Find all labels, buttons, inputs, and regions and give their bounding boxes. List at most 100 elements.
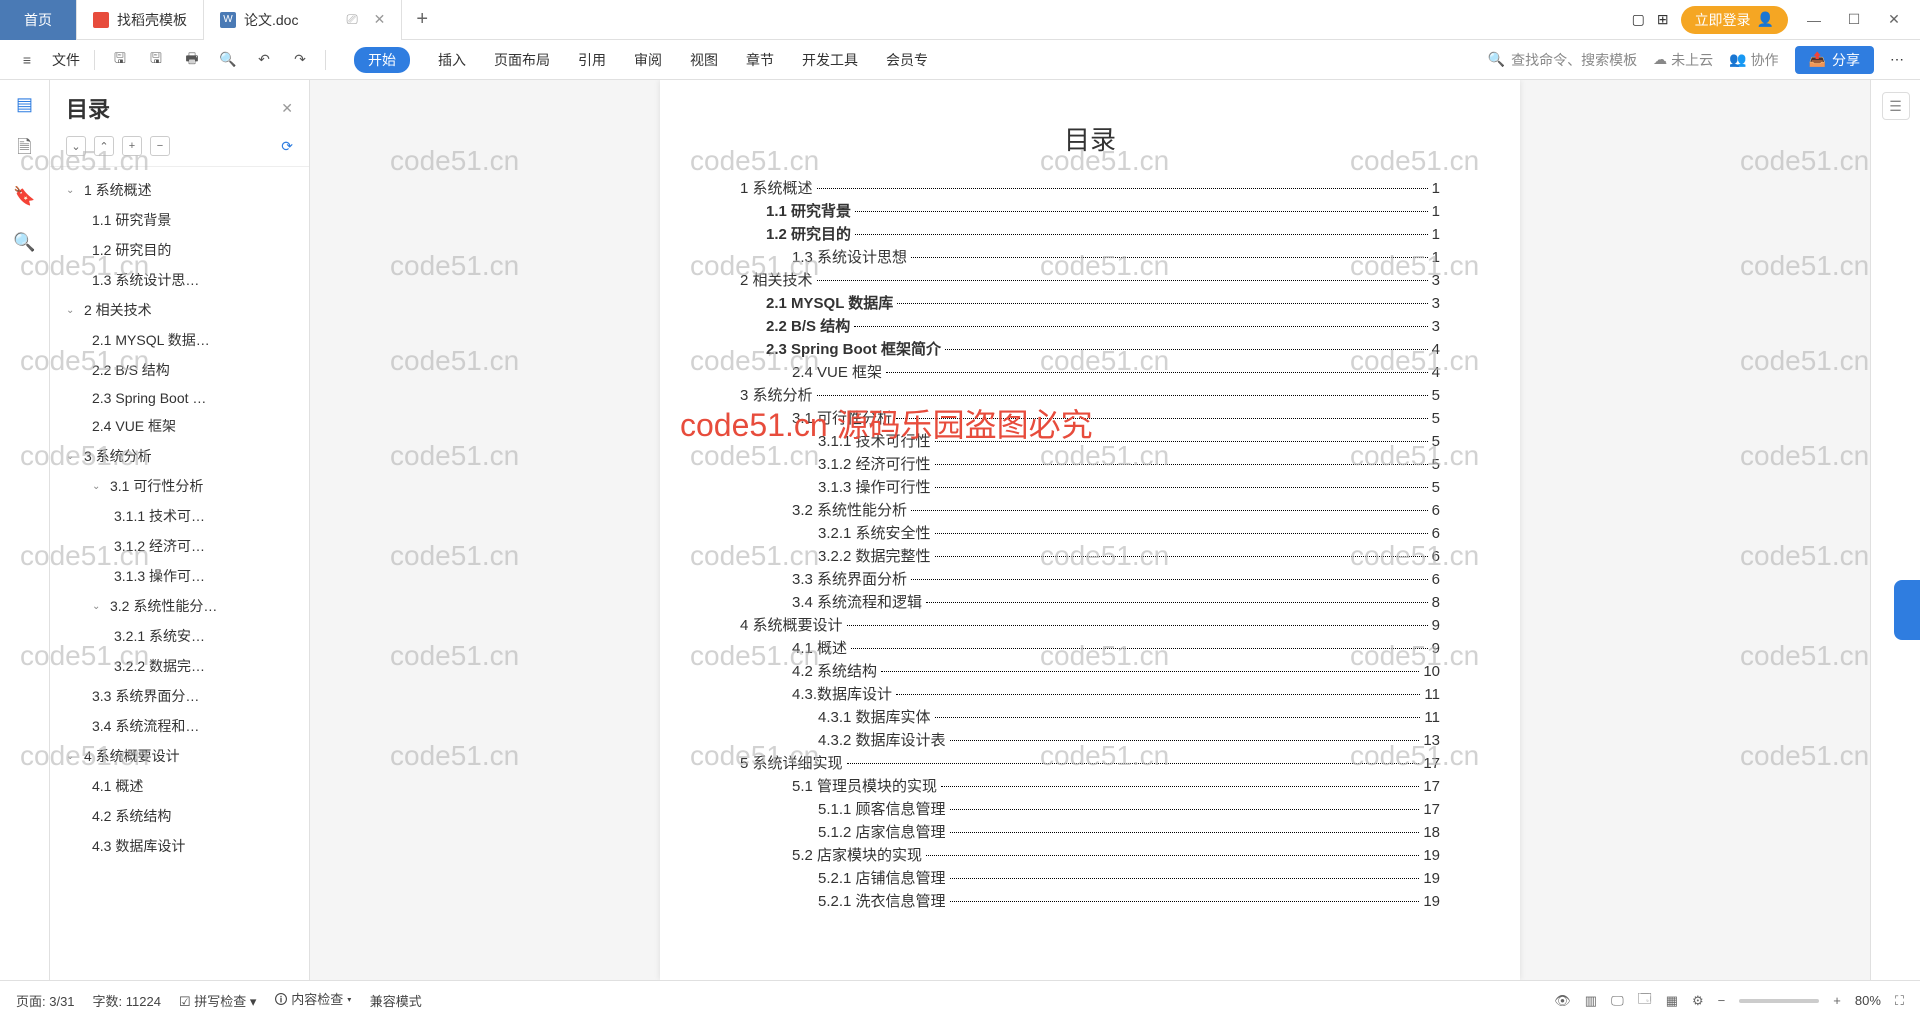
nav-tool-1[interactable]: ⌃ <box>94 136 114 156</box>
window-maximize[interactable]: ☐ <box>1840 11 1868 28</box>
ribbon-tab-0[interactable]: 开始 <box>354 47 410 73</box>
tree-item[interactable]: 3.1.3 操作可… <box>50 561 309 591</box>
ribbon-tab-8[interactable]: 会员专 <box>886 50 928 70</box>
view-mode-icon[interactable]: 🖵 <box>1611 993 1624 1009</box>
ribbon-tab-7[interactable]: 开发工具 <box>802 50 858 70</box>
toc-row[interactable]: 3.1.3 操作可行性5 <box>740 476 1440 497</box>
page-indicator[interactable]: 页面: 3/31 <box>16 991 75 1010</box>
toc-row[interactable]: 2.1 MYSQL 数据库3 <box>740 292 1440 313</box>
outline-icon[interactable]: ▤ <box>13 92 37 116</box>
zoom-slider[interactable] <box>1739 999 1819 1003</box>
tree-item[interactable]: 3.3 系统界面分… <box>50 681 309 711</box>
toc-row[interactable]: 5.1.2 店家信息管理18 <box>740 821 1440 842</box>
zoom-out-button[interactable]: − <box>1718 993 1726 1008</box>
tree-item[interactable]: ⌄3.1 可行性分析 <box>50 471 309 501</box>
toc-row[interactable]: 4.2 系统结构10 <box>740 660 1440 681</box>
tree-item[interactable]: 3.1.2 经济可… <box>50 531 309 561</box>
tree-item[interactable]: ⌄1 系统概述 <box>50 175 309 205</box>
tree-item[interactable]: 2.1 MYSQL 数据… <box>50 325 309 355</box>
toc-row[interactable]: 3.2.2 数据完整性6 <box>740 545 1440 566</box>
preview-icon[interactable]: 🔍 <box>217 49 239 71</box>
tree-item[interactable]: ⌄4 系统概要设计 <box>50 741 309 771</box>
toc-row[interactable]: 5.1.1 顾客信息管理17 <box>740 798 1440 819</box>
tree-item[interactable]: ⌄2 相关技术 <box>50 295 309 325</box>
tab-close-button[interactable]: ✕ <box>374 11 386 28</box>
ribbon-tab-4[interactable]: 审阅 <box>634 50 662 70</box>
toc-row[interactable]: 1.2 研究目的1 <box>740 223 1440 244</box>
read-mode-icon[interactable]: 👁 <box>1554 993 1571 1009</box>
window-minimize[interactable]: — <box>1800 12 1828 28</box>
print-icon[interactable]: 🖶 <box>181 49 203 71</box>
tree-item[interactable]: 3.4 系统流程和… <box>50 711 309 741</box>
tree-item[interactable]: 1.2 研究目的 <box>50 235 309 265</box>
toc-row[interactable]: 4 系统概要设计9 <box>740 614 1440 635</box>
outline-mode-icon[interactable]: ▦ <box>1666 993 1678 1009</box>
zoom-in-button[interactable]: + <box>1833 993 1841 1008</box>
toc-row[interactable]: 3.4 系统流程和逻辑8 <box>740 591 1440 612</box>
file-menu[interactable]: 文件 <box>52 50 80 70</box>
toc-row[interactable]: 2.3 Spring Boot 框架简介4 <box>740 338 1440 359</box>
toc-row[interactable]: 5.2.1 洗衣信息管理19 <box>740 890 1440 911</box>
undo-icon[interactable]: ↶ <box>253 49 275 71</box>
saveas-icon[interactable]: 🖫 <box>145 49 167 71</box>
toc-row[interactable]: 1.1 研究背景1 <box>740 200 1440 221</box>
settings-icon[interactable]: ⚙ <box>1692 993 1704 1009</box>
layout-icon[interactable]: ▢ <box>1632 11 1645 28</box>
toc-row[interactable]: 2.2 B/S 结构3 <box>740 315 1440 336</box>
tree-item[interactable]: ⌄3 系统分析 <box>50 441 309 471</box>
tree-item[interactable]: 3.1.1 技术可… <box>50 501 309 531</box>
toc-row[interactable]: 3.1.1 技术可行性5 <box>740 430 1440 451</box>
tree-item[interactable]: 2.2 B/S 结构 <box>50 355 309 385</box>
toc-row[interactable]: 3.1.2 经济可行性5 <box>740 453 1440 474</box>
feedback-tab[interactable] <box>1894 580 1920 640</box>
menu-icon[interactable]: ≡ <box>16 49 38 71</box>
toc-row[interactable]: 2 相关技术3 <box>740 269 1440 290</box>
toc-row[interactable]: 4.3.1 数据库实体11 <box>740 706 1440 727</box>
toc-row[interactable]: 5.2 店家模块的实现19 <box>740 844 1440 865</box>
login-button[interactable]: 立即登录 👤 <box>1681 6 1788 34</box>
new-tab-button[interactable]: + <box>402 8 442 31</box>
tab-templates[interactable]: 找稻壳模板 <box>77 0 204 40</box>
toc-row[interactable]: 3.1 可行性分析5 <box>740 407 1440 428</box>
nav-tool-2[interactable]: + <box>122 136 142 156</box>
tree-item[interactable]: 1.3 系统设计思… <box>50 265 309 295</box>
tree-item[interactable]: 3.2.2 数据完… <box>50 651 309 681</box>
ribbon-tab-3[interactable]: 引用 <box>578 50 606 70</box>
tree-item[interactable]: 4.2 系统结构 <box>50 801 309 831</box>
tab-document[interactable]: W 论文.doc ⎚ ✕ <box>204 0 402 40</box>
zoom-level[interactable]: 80% <box>1855 993 1881 1008</box>
toc-row[interactable]: 5.2.1 店铺信息管理19 <box>740 867 1440 888</box>
tree-item[interactable]: 4.3 数据库设计 <box>50 831 309 861</box>
search-rail-icon[interactable]: 🔍 <box>13 230 37 254</box>
tree-item[interactable]: 2.4 VUE 框架 <box>50 411 309 441</box>
tree-item[interactable]: 2.3 Spring Boot … <box>50 385 309 411</box>
toc-row[interactable]: 5.1 管理员模块的实现17 <box>740 775 1440 796</box>
redo-icon[interactable]: ↷ <box>289 49 311 71</box>
tree-item[interactable]: 1.1 研究背景 <box>50 205 309 235</box>
toc-row[interactable]: 3.2 系统性能分析6 <box>740 499 1440 520</box>
ribbon-tab-1[interactable]: 插入 <box>438 50 466 70</box>
tree-item[interactable]: ⌄3.2 系统性能分… <box>50 591 309 621</box>
tab-home[interactable]: 首页 <box>0 0 77 40</box>
nav-tool-0[interactable]: ⌄ <box>66 136 86 156</box>
cloud-status[interactable]: ☁ 未上云 <box>1653 50 1713 70</box>
layout-mode-icon[interactable]: ▥ <box>1585 993 1597 1009</box>
collab-button[interactable]: 👥 协作 <box>1729 50 1778 70</box>
toc-row[interactable]: 1.3 系统设计思想1 <box>740 246 1440 267</box>
toc-row[interactable]: 4.1 概述9 <box>740 637 1440 658</box>
toc-row[interactable]: 1 系统概述1 <box>740 177 1440 198</box>
toc-row[interactable]: 3.3 系统界面分析6 <box>740 568 1440 589</box>
more-icon[interactable]: ⋯ <box>1890 51 1904 68</box>
nav-sync-icon[interactable]: ⟳ <box>281 138 293 155</box>
toc-row[interactable]: 4.3.2 数据库设计表13 <box>740 729 1440 750</box>
toc-row[interactable]: 4.3.数据库设计11 <box>740 683 1440 704</box>
tree-item[interactable]: 4.1 概述 <box>50 771 309 801</box>
word-count[interactable]: 字数: 11224 <box>93 991 161 1010</box>
spellcheck-toggle[interactable]: ☑ 拼写检查 ▾ <box>179 991 256 1010</box>
fit-icon[interactable]: ⛶ <box>1895 993 1904 1009</box>
page-icon[interactable]: 🗎 <box>13 138 37 162</box>
window-close[interactable]: ✕ <box>1880 11 1908 28</box>
document-viewport[interactable]: 目录 1 系统概述11.1 研究背景11.2 研究目的11.3 系统设计思想12… <box>310 80 1870 980</box>
ribbon-tab-6[interactable]: 章节 <box>746 50 774 70</box>
toc-row[interactable]: 2.4 VUE 框架4 <box>740 361 1440 382</box>
